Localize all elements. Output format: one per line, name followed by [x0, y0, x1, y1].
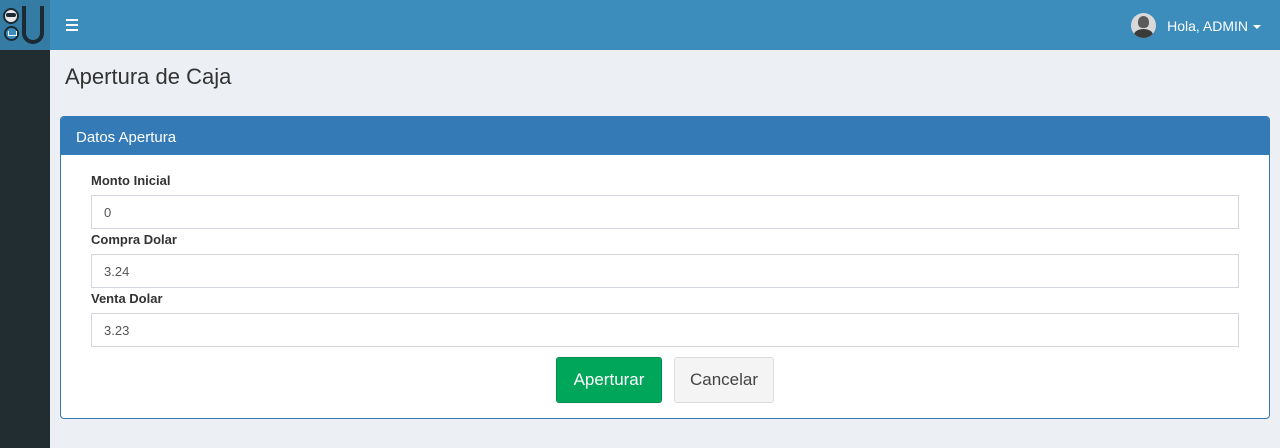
app-logo[interactable] — [0, 0, 50, 50]
user-avatar — [1131, 13, 1157, 38]
venta-dolar-input[interactable] — [91, 313, 1239, 347]
apertura-panel: Datos Apertura Monto Inicial Compra Dola… — [60, 116, 1270, 419]
hamburger-menu-icon[interactable] — [66, 19, 78, 31]
panel-heading: Datos Apertura — [61, 117, 1269, 155]
user-greeting: Hola, ADMIN — [1167, 17, 1248, 34]
main-sidebar — [0, 0, 50, 448]
aperturar-button[interactable]: Aperturar — [556, 357, 662, 403]
caret-down-icon — [1253, 24, 1261, 29]
venta-dolar-label: Venta Dolar — [91, 291, 163, 306]
panel-title: Datos Apertura — [76, 129, 177, 146]
compra-dolar-input[interactable] — [91, 254, 1239, 288]
logo-avatar-icon — [3, 8, 19, 24]
page-title: Apertura de Caja — [65, 64, 232, 89]
cart-icon — [4, 26, 19, 41]
monto-inicial-label: Monto Inicial — [91, 173, 171, 188]
logo-letter-u — [22, 6, 44, 44]
compra-dolar-label: Compra Dolar — [91, 232, 177, 247]
user-menu-dropdown[interactable]: Hola, ADMIN — [1131, 13, 1261, 38]
cancel-button[interactable]: Cancelar — [674, 357, 774, 403]
top-navbar: Hola, ADMIN — [50, 0, 1280, 50]
monto-inicial-input[interactable] — [91, 195, 1239, 229]
